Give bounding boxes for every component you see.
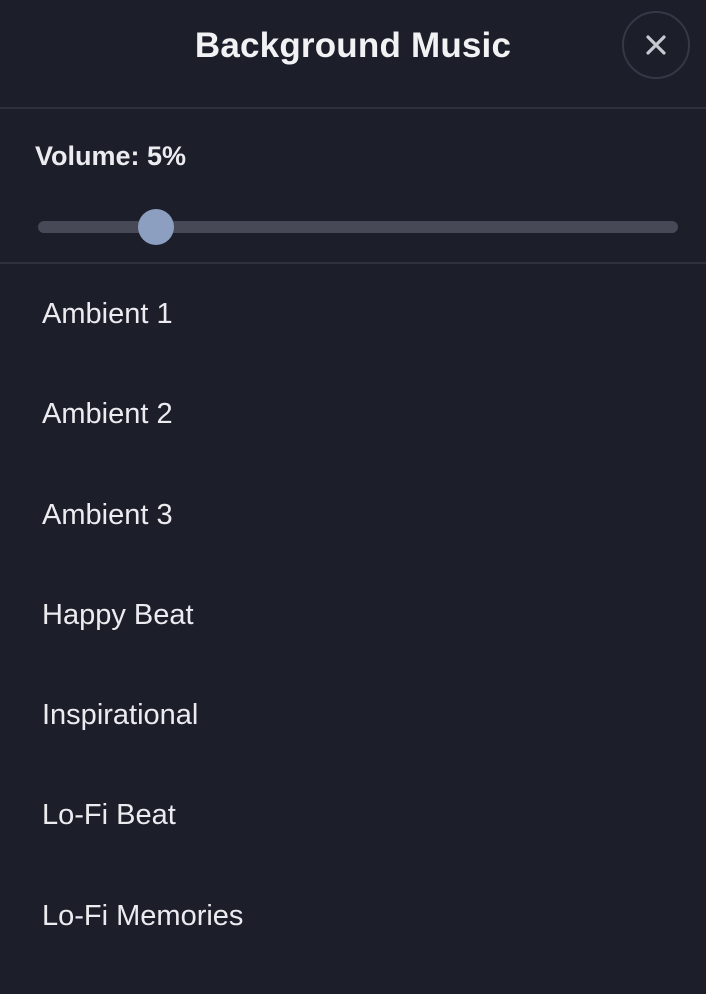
track-list: Ambient 1 Ambient 2 Ambient 3 Happy Beat Ins… (0, 264, 706, 966)
track-label: Ambient 2 (42, 398, 173, 431)
track-label: Ambient 1 (42, 298, 173, 330)
track-item[interactable]: Happy Beat (0, 565, 706, 665)
volume-section: Volume: 5% (0, 109, 706, 264)
track-item[interactable]: Ambient 1 (0, 264, 706, 364)
track-label: Inspirational (42, 699, 199, 732)
track-item[interactable]: Lo-Fi Beat (0, 765, 706, 865)
track-label: Lo-Fi Memories (42, 899, 244, 932)
volume-slider-thumb[interactable] (138, 209, 175, 245)
volume-slider[interactable] (38, 209, 678, 245)
page-title: Background Music (194, 26, 512, 65)
volume-label: Volume: 5% (35, 141, 187, 171)
close-icon (646, 35, 666, 55)
track-item[interactable]: Ambient 3 (0, 465, 706, 565)
track-item[interactable]: Inspirational (0, 665, 706, 765)
close-button[interactable] (622, 11, 690, 79)
track-label: Happy Beat (42, 598, 194, 631)
track-item[interactable]: Lo-Fi Memories (0, 866, 706, 966)
track-label: Ambient 3 (42, 498, 173, 531)
track-item[interactable]: Ambient 2 (0, 364, 706, 464)
modal-header: Background Music (0, 0, 706, 109)
track-label: Lo-Fi Beat (42, 799, 176, 832)
